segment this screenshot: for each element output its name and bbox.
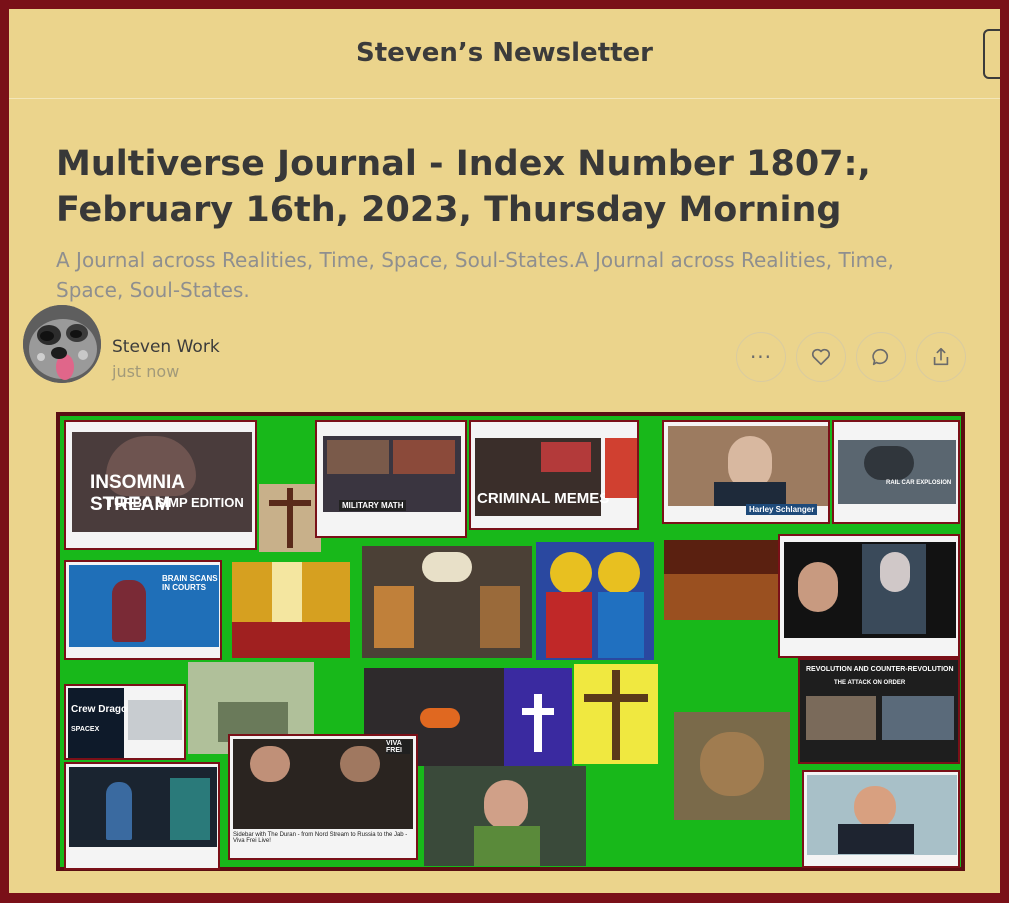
sidebar-caption: Sidebar with The Duran - from Nord Strea… (233, 832, 408, 844)
crew-dragon-label: Crew Dragon (71, 704, 134, 715)
man-in-studio-thumbnail (64, 762, 220, 870)
rail-car-thumbnail: RAIL CAR EXPLOSION (832, 420, 960, 524)
heart-icon (811, 348, 831, 366)
more-options-button[interactable]: ··· (736, 332, 786, 382)
top-bar: Steven’s Newsletter (9, 9, 1000, 99)
jesus-mary-icon (536, 542, 654, 660)
newsletter-name[interactable]: Steven’s Newsletter (9, 38, 1000, 68)
stained-glass-dove (362, 546, 532, 658)
attack-label: THE ATTACK ON ORDER (834, 680, 906, 686)
share-button[interactable] (916, 332, 966, 382)
harley-label: Harley Schlanger (746, 504, 818, 515)
post-hero-image[interactable]: INSOMNIA STREAM TURBO SIMP EDITION MILIT… (56, 412, 965, 871)
brain-scans-thumbnail: BRAIN SCANS IN COURTS (64, 560, 222, 660)
header-action-button[interactable] (983, 29, 1000, 79)
share-icon (933, 347, 949, 366)
crucifix-yellow (574, 664, 658, 764)
post-subtitle: A Journal across Realities, Time, Space,… (56, 248, 894, 302)
author-avatar[interactable] (23, 305, 101, 383)
dog-photo-icon (23, 305, 101, 383)
like-button[interactable] (796, 332, 846, 382)
cross-symbol (504, 668, 572, 766)
brain-scans-label: BRAIN SCANS IN COURTS (162, 574, 218, 592)
post-title: Multiverse Journal - Index Number 1807:,… (56, 144, 871, 230)
post-timestamp: just now (112, 362, 180, 381)
criminal-memes-label: CRIMINAL MEMES (477, 490, 610, 507)
revolution-label: REVOLUTION AND COUNTER-REVOLUTION (806, 666, 954, 673)
insomnia-subtitle: TURBO SIMP EDITION (106, 495, 244, 510)
landscape-painting (664, 540, 780, 620)
military-math-label: MILITARY MATH (339, 500, 407, 511)
revolution-thumbnail: REVOLUTION AND COUNTER-REVOLUTION THE AT… (798, 658, 960, 764)
crew-dragon-thumbnail: Crew Dragon SPACEX (64, 684, 186, 760)
spacex-label: SPACEX (71, 726, 100, 733)
post-page: Steven’s Newsletter Multiverse Journal -… (9, 9, 1000, 893)
figures-painting (232, 562, 350, 658)
man-with-map-thumbnail (802, 770, 960, 868)
criminal-memes-thumbnail: CRIMINAL MEMES (469, 420, 639, 530)
podcast-host-photo (424, 766, 586, 866)
crucifix-painting (259, 484, 321, 552)
harley-schlanger-thumbnail: Harley Schlanger (662, 420, 830, 524)
military-math-thumbnail: MILITARY MATH (315, 420, 467, 538)
viva-label: VIVA FREI (386, 740, 410, 754)
comment-icon (872, 348, 889, 366)
lion-statue-photo (674, 712, 790, 820)
author-name[interactable]: Steven Work (112, 337, 220, 357)
ellipsis-icon: ··· (749, 345, 773, 369)
insomnia-stream-thumbnail: INSOMNIA STREAM TURBO SIMP EDITION (64, 420, 257, 550)
woman-video-thumbnail (778, 534, 960, 658)
duran-sidebar-thumbnail: VIVA FREI Sidebar with The Duran - from … (228, 734, 418, 860)
rail-label: RAIL CAR EXPLOSION (886, 480, 952, 486)
comment-button[interactable] (856, 332, 906, 382)
